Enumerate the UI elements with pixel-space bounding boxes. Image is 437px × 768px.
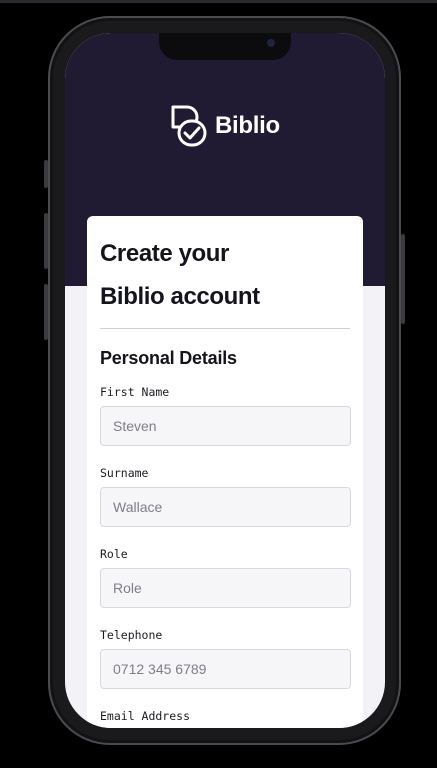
volume-down-button [44, 284, 48, 340]
surname-input[interactable] [100, 487, 351, 527]
title-divider [100, 328, 350, 329]
role-field: Role [100, 547, 351, 608]
signup-card: Create your Biblio account Personal Deta… [87, 216, 363, 728]
logo-check-icon [171, 105, 207, 147]
phone-screen: Biblio Create your Biblio account Person… [65, 33, 385, 728]
notch [159, 33, 291, 60]
first-name-field: First Name [100, 385, 351, 446]
surname-field: Surname [100, 466, 351, 527]
camera-icon [267, 39, 275, 47]
first-name-input[interactable] [100, 406, 351, 446]
window-top-strip [0, 0, 437, 3]
surname-label: Surname [100, 466, 149, 480]
device-stage: Biblio Create your Biblio account Person… [0, 0, 437, 768]
telephone-field: Telephone [100, 628, 351, 689]
volume-up-button [44, 213, 48, 269]
title-line-2: Biblio account [100, 283, 260, 310]
silent-switch [44, 160, 48, 188]
telephone-label: Telephone [100, 628, 163, 642]
brand-name: Biblio [215, 112, 280, 139]
email-label: Email Address [100, 709, 191, 723]
role-input[interactable] [100, 568, 351, 608]
title-line-1: Create your [100, 240, 229, 267]
telephone-input[interactable] [100, 649, 351, 689]
first-name-label: First Name [100, 385, 170, 399]
email-field: Email Address [100, 709, 350, 728]
power-button [401, 234, 405, 324]
role-label: Role [100, 547, 128, 561]
section-title: Personal Details [100, 348, 237, 368]
page-title: Create your Biblio account [100, 232, 350, 318]
brand-logo: Biblio [169, 103, 280, 149]
